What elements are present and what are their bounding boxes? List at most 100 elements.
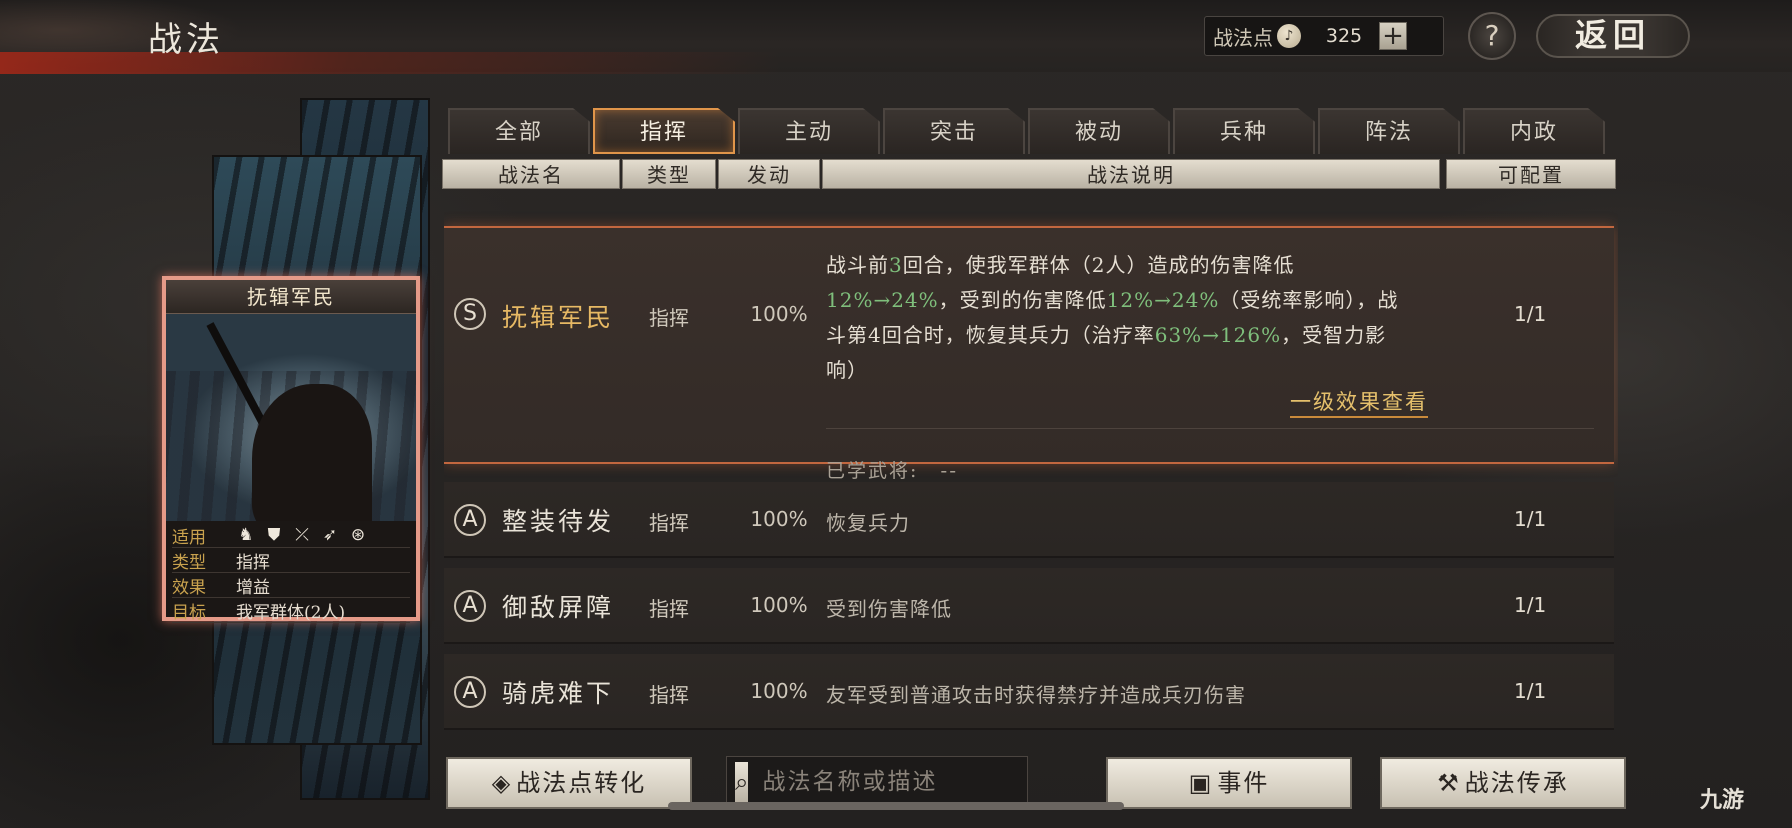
- tactic-description: 战斗前3回合，使我军群体（2人）造成的伤害降低 12%→24%，受到的伤害降低12…: [826, 248, 1406, 388]
- shield-icon: ⛊: [267, 525, 281, 545]
- tab-active[interactable]: 主动: [738, 108, 880, 154]
- header-glow: [0, 52, 780, 74]
- grade-badge: S: [454, 298, 486, 330]
- tab-assault[interactable]: 突击: [883, 108, 1025, 154]
- tab-domestic[interactable]: 内政: [1463, 108, 1605, 154]
- card-info: 适用 ♞ ⛊ ⤫ ➶ ⊛ 类型 指挥 效果 增益 目标 我军群体(2人): [166, 521, 416, 625]
- card-title: 抚辑军民: [166, 280, 416, 314]
- tactic-name: 骑虎难下: [502, 679, 615, 708]
- card-key: 目标: [172, 602, 206, 623]
- watermark: 九游: [1700, 788, 1745, 813]
- description-text: ，受到的伤害降低: [938, 288, 1107, 312]
- tab-command[interactable]: 指挥: [593, 108, 735, 154]
- event-icon: ▣: [1188, 769, 1214, 797]
- coin-icon: ♪: [1277, 24, 1301, 48]
- tactic-configurable: 1/1: [1514, 593, 1547, 617]
- category-tabs: 全部 指挥 主动 突击 被动 兵种 阵法 内政: [448, 108, 1605, 154]
- tactic-inherit-label: 战法传承: [1464, 769, 1569, 797]
- tactic-type: 指挥: [649, 597, 689, 621]
- tactic-card: 抚辑军民 适用 ♞ ⛊ ⤫ ➶ ⊛ 类型 指挥 效果 增益 目标 我军群体(2人…: [162, 276, 420, 623]
- description-text: 回合，使我军群体（2人）造成的伤害降低: [902, 253, 1295, 277]
- tactic-points-label: 战法点: [1213, 25, 1273, 50]
- divider: [826, 428, 1594, 429]
- level-one-effect-link[interactable]: 一级效果查看: [1290, 386, 1428, 418]
- events-button[interactable]: ▣ 事件: [1106, 757, 1352, 809]
- column-header-description: 战法说明: [822, 159, 1440, 189]
- tactic-type: 指挥: [649, 683, 689, 707]
- tab-troop[interactable]: 兵种: [1173, 108, 1315, 154]
- card-row-type: 类型 指挥: [172, 548, 410, 573]
- bow-icon: ⤫: [295, 525, 309, 545]
- help-button[interactable]: ?: [1468, 12, 1516, 60]
- tactic-name: 抚辑军民: [502, 303, 615, 332]
- tactic-row[interactable]: A 整装待发 指挥 100% 恢复兵力 1/1: [444, 482, 1614, 558]
- tactic-rate: 100%: [750, 593, 808, 617]
- add-points-button[interactable]: +: [1379, 22, 1407, 50]
- tactic-inherit-button[interactable]: ⚒ 战法传承: [1380, 757, 1626, 809]
- column-header-rate[interactable]: 发动: [718, 159, 820, 189]
- card-value: 增益: [236, 577, 270, 598]
- top-bar: [0, 0, 1792, 74]
- tactic-rate: 100%: [750, 679, 808, 703]
- learned-label: 已学武将:: [826, 460, 919, 482]
- tactic-list: S 抚辑军民 指挥 100% 战斗前3回合，使我军群体（2人）造成的伤害降低 12…: [444, 192, 1618, 740]
- card-row-effect: 效果 增益: [172, 573, 410, 598]
- column-header-name[interactable]: 战法名: [442, 159, 620, 189]
- highlight-value: 12%→24%: [1106, 288, 1220, 312]
- search-icon[interactable]: ⌕: [735, 762, 749, 802]
- learned-generals: 已学武将: --: [826, 456, 958, 483]
- drop-icon: ◈: [491, 769, 513, 797]
- hammer-icon: ⚒: [1437, 769, 1461, 797]
- tactic-configurable: 1/1: [1514, 507, 1547, 531]
- highlight-value: 12%→24%: [826, 288, 939, 312]
- highlight-value: 3: [889, 253, 903, 277]
- convert-points-label: 战法点转化: [516, 769, 647, 797]
- grade-badge: A: [454, 590, 486, 622]
- back-button[interactable]: 返回: [1536, 14, 1690, 58]
- tactic-description: 友军受到普通攻击时获得禁疗并造成兵刃伤害: [826, 683, 1246, 707]
- events-label: 事件: [1217, 769, 1270, 797]
- tactic-description: 受到伤害降低: [826, 597, 952, 621]
- learned-value: --: [940, 460, 959, 482]
- card-value: 指挥: [236, 552, 270, 573]
- search-input[interactable]: [748, 769, 1057, 795]
- card-value: 我军群体(2人): [236, 602, 346, 623]
- cavalry-icon: ♞: [238, 525, 254, 545]
- tactic-rate: 100%: [750, 302, 808, 326]
- page-title: 战法: [148, 20, 224, 60]
- grade-badge: A: [454, 676, 486, 708]
- column-header-type[interactable]: 类型: [622, 159, 716, 189]
- description-text: 战斗前: [826, 253, 889, 277]
- tactic-row[interactable]: A 御敌屏障 指挥 100% 受到伤害降低 1/1: [444, 568, 1614, 644]
- convert-points-button[interactable]: ◈ 战法点转化: [446, 757, 692, 809]
- scrollbar[interactable]: [668, 802, 1124, 810]
- tab-passive[interactable]: 被动: [1028, 108, 1170, 154]
- tactic-type: 指挥: [649, 306, 689, 330]
- highlight-value: 63%→126%: [1154, 323, 1282, 347]
- grade-badge: A: [454, 504, 486, 536]
- tactic-configurable: 1/1: [1514, 679, 1547, 703]
- search-box: ⌕: [726, 756, 1057, 808]
- card-key: 效果: [172, 577, 206, 598]
- troop-icons: ♞ ⛊ ⤫ ➶ ⊛: [236, 525, 368, 545]
- tactic-row[interactable]: A 骑虎难下 指挥 100% 友军受到普通攻击时获得禁疗并造成兵刃伤害 1/1: [444, 654, 1614, 730]
- tactic-description: 恢复兵力: [826, 511, 910, 535]
- column-header-configurable[interactable]: 可配置: [1446, 159, 1616, 189]
- card-row-applicable: 适用 ♞ ⛊ ⤫ ➶ ⊛: [172, 523, 410, 548]
- tactic-rate: 100%: [750, 507, 808, 531]
- tactic-name: 整装待发: [502, 507, 615, 536]
- tactic-points-value: 325: [1325, 25, 1363, 47]
- tactic-type: 指挥: [649, 511, 689, 535]
- tactic-name: 御敌屏障: [502, 593, 615, 622]
- card-key: 适用: [172, 527, 206, 548]
- card-key: 类型: [172, 552, 206, 573]
- tactic-configurable: 1/1: [1514, 302, 1547, 326]
- spear-icon: ➶: [322, 525, 338, 545]
- card-artwork: [166, 314, 416, 521]
- wheel-icon: ⊛: [350, 525, 366, 545]
- tab-formation[interactable]: 阵法: [1318, 108, 1460, 154]
- tab-all[interactable]: 全部: [448, 108, 590, 154]
- tactic-row-selected[interactable]: S 抚辑军民 指挥 100% 战斗前3回合，使我军群体（2人）造成的伤害降低 12…: [444, 226, 1614, 482]
- tactic-points-counter: 战法点 ♪ 325 +: [1204, 16, 1444, 56]
- card-row-target: 目标 我军群体(2人): [172, 598, 410, 623]
